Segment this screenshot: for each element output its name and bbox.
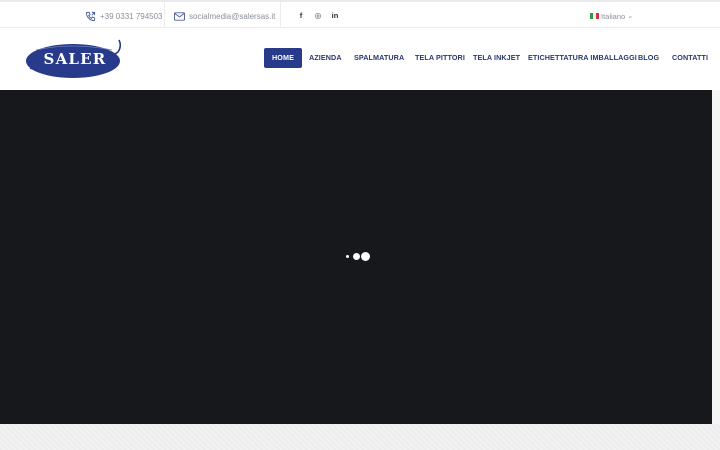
nav-spalmatura[interactable]: SPALMATURA [354,48,404,68]
nav-tela-inkjet[interactable]: TELA INKJET [473,48,520,68]
logo-text: SALER [43,50,107,68]
loader-dot [361,252,370,261]
phone-icon [85,11,96,21]
scrollbar[interactable] [712,90,720,424]
divider [280,2,281,29]
facebook-icon[interactable]: f [296,10,306,22]
hero-slider [0,90,712,424]
loader-dot [353,253,360,260]
instagram-icon[interactable]: ◎ [313,10,323,22]
divider [164,2,165,29]
loader-dot [346,255,349,258]
italy-flag-icon [590,13,599,19]
nav-contatti[interactable]: CONTATTI [672,48,708,68]
language-selector[interactable]: Italiano ⌄ [590,10,633,22]
chevron-down-icon: ⌄ [627,13,634,20]
email-address: socialmedia@salersas.it [189,11,276,21]
nav-tela-pittori[interactable]: TELA PITTORI [415,48,465,68]
language-label: Italiano [601,11,626,21]
section-divider [0,424,720,450]
email-link[interactable]: socialmedia@salersas.it [174,9,275,23]
phone-number: +39 0331 794503 [100,11,163,21]
saler-logo[interactable]: SALER [24,38,126,82]
nav-etichettatura-imballaggi[interactable]: ETICHETTATURA IMBALLAGGI [528,48,637,68]
nav-azienda[interactable]: AZIENDA [309,48,342,68]
top-bar: +39 0331 794503 socialmedia@salersas.it … [0,0,720,29]
mail-icon [174,11,185,21]
phone-link[interactable]: +39 0331 794503 [85,9,163,23]
nav-blog[interactable]: BLOG [638,48,659,68]
nav-home[interactable]: HOME [264,48,302,68]
main-header: SALER HOME AZIENDA SPALMATURA TELA PITTO… [0,28,720,90]
linkedin-icon[interactable]: in [330,10,340,22]
